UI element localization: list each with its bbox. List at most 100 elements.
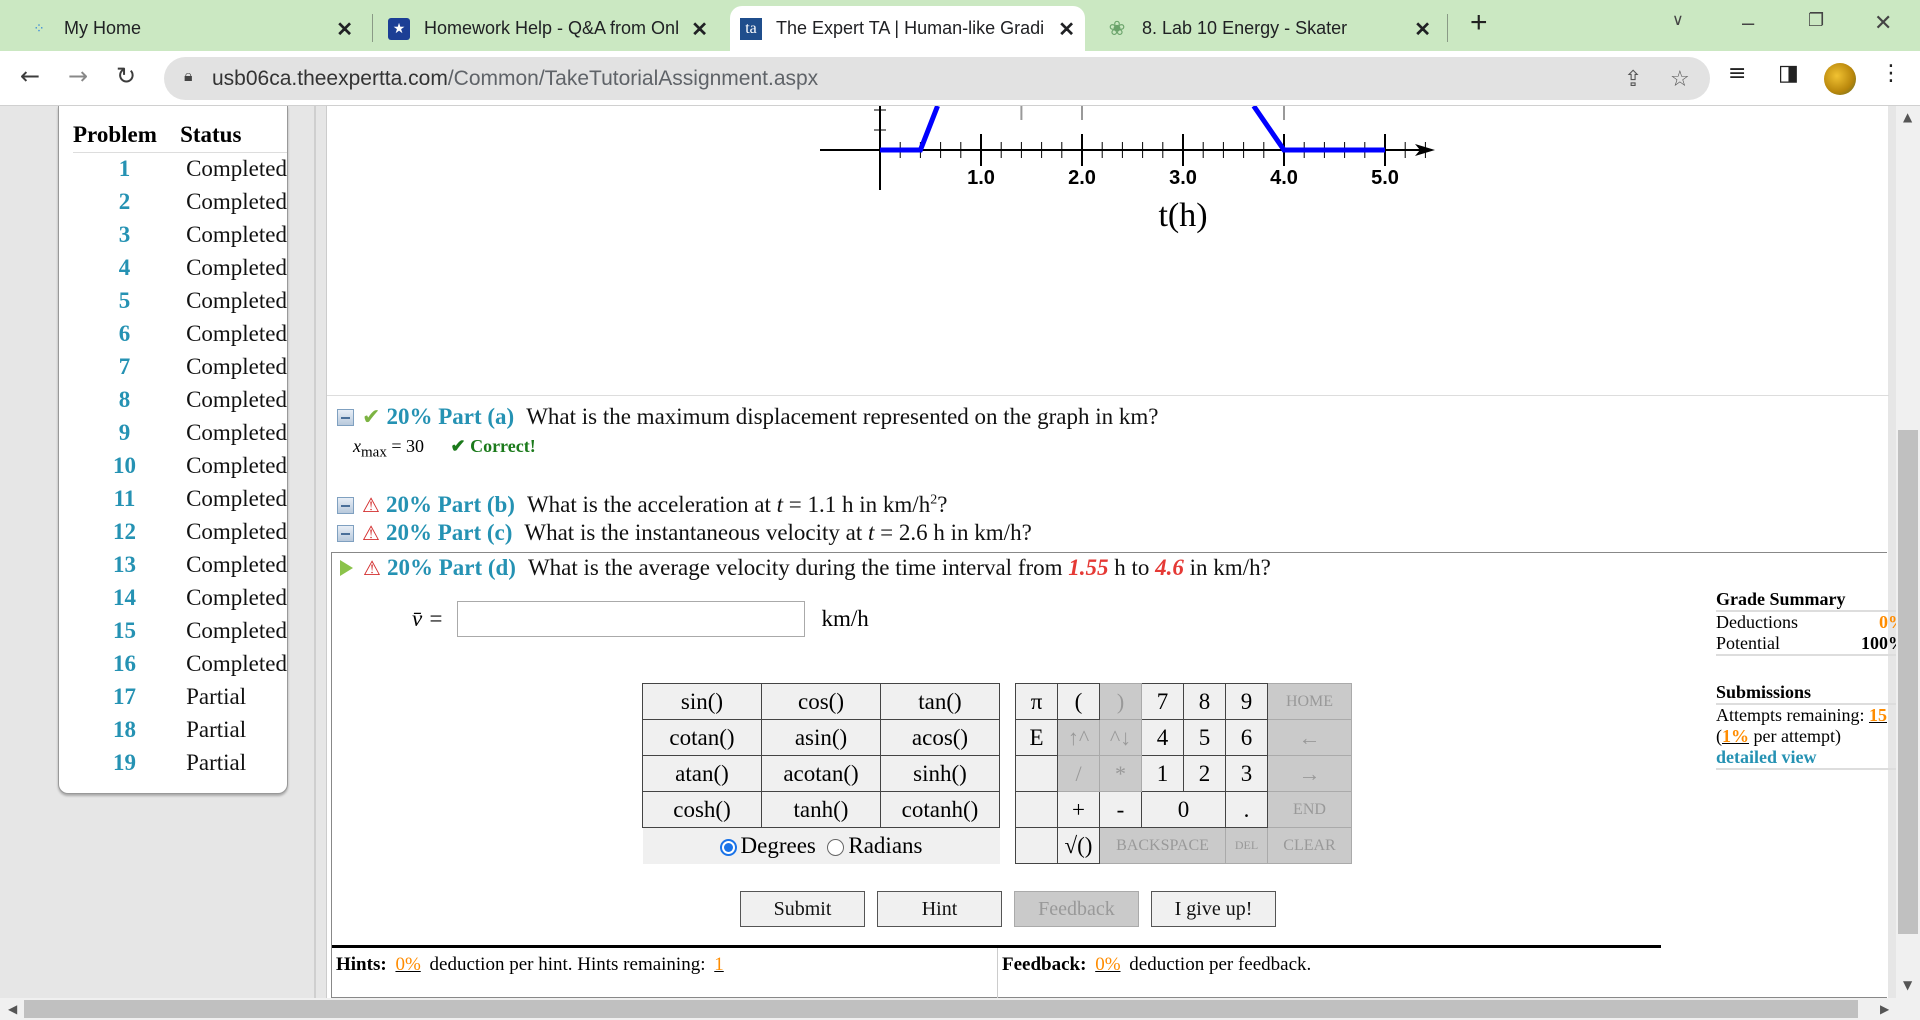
detailed-view-link[interactable]: detailed view bbox=[1716, 747, 1817, 767]
horizontal-scroll-thumb[interactable] bbox=[24, 1000, 1858, 1018]
key-1[interactable]: 1 bbox=[1141, 755, 1184, 792]
problem-row[interactable]: 17 Partial bbox=[73, 681, 287, 714]
key-left-paren[interactable]: ( bbox=[1057, 683, 1100, 720]
key-superscript-up[interactable]: ↑^ bbox=[1057, 719, 1100, 756]
problem-row[interactable]: 2 Completed bbox=[73, 186, 287, 219]
key-e[interactable]: E bbox=[1015, 719, 1058, 756]
tab-expert-ta[interactable]: ta The Expert TA | Human-like Gradi ✕ bbox=[730, 6, 1085, 51]
media-control-icon[interactable]: ≡ bbox=[1728, 61, 1746, 86]
part-a-header[interactable]: ✔ 20% Part (a) What is the maximum displ… bbox=[337, 404, 1159, 430]
scroll-right-icon[interactable]: ▶ bbox=[1880, 1002, 1889, 1016]
key-minus[interactable]: - bbox=[1099, 791, 1142, 828]
back-arrow-icon[interactable]: ← bbox=[20, 62, 40, 90]
key-acos[interactable]: acos() bbox=[880, 719, 1000, 756]
key-sinh[interactable]: sinh() bbox=[880, 755, 1000, 792]
tab-homework-help[interactable]: ★ Homework Help - Q&A from Onl ✕ bbox=[378, 6, 718, 51]
key-cotanh[interactable]: cotanh() bbox=[880, 791, 1000, 828]
problem-row[interactable]: 4 Completed bbox=[73, 252, 287, 285]
problem-row[interactable]: 19 Partial bbox=[73, 747, 287, 780]
problem-number-link[interactable]: 16 bbox=[73, 648, 176, 681]
scroll-left-icon[interactable]: ◀ bbox=[8, 1002, 17, 1016]
reload-icon[interactable]: ↻ bbox=[116, 62, 136, 90]
close-tab-icon[interactable]: ✕ bbox=[1058, 17, 1075, 42]
key-multiply[interactable]: * bbox=[1099, 755, 1142, 792]
key-del[interactable]: DEL bbox=[1225, 827, 1268, 864]
hint-button[interactable]: Hint bbox=[877, 891, 1002, 927]
submit-button[interactable]: Submit bbox=[740, 891, 865, 927]
key-cos[interactable]: cos() bbox=[761, 683, 881, 720]
share-icon[interactable]: ⇪ bbox=[1624, 67, 1642, 92]
problem-number-link[interactable]: 3 bbox=[73, 219, 176, 252]
collapse-toggle-icon[interactable] bbox=[337, 496, 354, 514]
key-cosh[interactable]: cosh() bbox=[642, 791, 762, 828]
window-close-icon[interactable]: ✕ bbox=[1874, 10, 1892, 36]
key-2[interactable]: 2 bbox=[1183, 755, 1226, 792]
feedback-button[interactable]: Feedback bbox=[1014, 891, 1139, 927]
collapse-toggle-icon[interactable] bbox=[337, 408, 354, 426]
key-0[interactable]: 0 bbox=[1141, 791, 1226, 828]
key-tan[interactable]: tan() bbox=[880, 683, 1000, 720]
give-up-button[interactable]: I give up! bbox=[1151, 891, 1276, 927]
restore-icon[interactable]: ❐ bbox=[1808, 10, 1824, 31]
degrees-radio[interactable] bbox=[719, 838, 737, 856]
bookmark-star-icon[interactable]: ☆ bbox=[1670, 67, 1690, 92]
answer-input[interactable] bbox=[457, 601, 806, 637]
menu-kebab-icon[interactable]: ⋮ bbox=[1880, 61, 1902, 86]
problem-number-link[interactable]: 2 bbox=[73, 186, 176, 219]
problem-number-link[interactable]: 13 bbox=[73, 549, 176, 582]
key-tanh[interactable]: tanh() bbox=[761, 791, 881, 828]
key-acotan[interactable]: acotan() bbox=[761, 755, 881, 792]
tab-lab-energy-skater[interactable]: ❀ 8. Lab 10 Energy - Skater ✕ bbox=[1096, 6, 1441, 51]
part-b-header[interactable]: ⚠ 20% Part (b) What is the acceleration … bbox=[337, 492, 947, 518]
key-8[interactable]: 8 bbox=[1183, 683, 1226, 720]
key-right-paren[interactable]: ) bbox=[1099, 683, 1142, 720]
key-superscript-down[interactable]: ^↓ bbox=[1099, 719, 1142, 756]
side-panel-icon[interactable]: ◨ bbox=[1778, 61, 1799, 86]
key-9[interactable]: 9 bbox=[1225, 683, 1268, 720]
key-cursor-left[interactable]: ← bbox=[1267, 719, 1352, 756]
problem-number-link[interactable]: 1 bbox=[73, 153, 176, 186]
profile-avatar[interactable] bbox=[1824, 63, 1856, 95]
close-tab-icon[interactable]: ✕ bbox=[1414, 17, 1431, 42]
problem-number-link[interactable]: 17 bbox=[73, 681, 176, 714]
problem-number-link[interactable]: 9 bbox=[73, 417, 176, 450]
vertical-scrollbar[interactable]: ▲ ▼ bbox=[1896, 106, 1920, 998]
problem-number-link[interactable]: 12 bbox=[73, 516, 176, 549]
close-tab-icon[interactable]: ✕ bbox=[336, 17, 353, 42]
key-sin[interactable]: sin() bbox=[642, 683, 762, 720]
problem-row[interactable]: 15 Completed bbox=[73, 615, 287, 648]
problem-number-link[interactable]: 18 bbox=[73, 714, 176, 747]
key-4[interactable]: 4 bbox=[1141, 719, 1184, 756]
problem-number-link[interactable]: 8 bbox=[73, 384, 176, 417]
key-cursor-right[interactable]: → bbox=[1267, 755, 1352, 792]
problem-number-link[interactable]: 7 bbox=[73, 351, 176, 384]
key-sqrt[interactable]: √() bbox=[1057, 827, 1100, 864]
key-cotan[interactable]: cotan() bbox=[642, 719, 762, 756]
key-plus[interactable]: + bbox=[1057, 791, 1100, 828]
problem-row[interactable]: 10 Completed bbox=[73, 450, 287, 483]
key-backspace[interactable]: BACKSPACE bbox=[1099, 827, 1226, 864]
problem-row[interactable]: 13 Completed bbox=[73, 549, 287, 582]
url-text[interactable]: usb06ca.theexpertta.com/Common/TakeTutor… bbox=[212, 67, 818, 91]
collapse-toggle-icon[interactable] bbox=[337, 524, 354, 542]
problem-row[interactable]: 11 Completed bbox=[73, 483, 287, 516]
tab-search-chevron-icon[interactable]: ∨ bbox=[1672, 10, 1684, 30]
key-home[interactable]: HOME bbox=[1267, 683, 1352, 720]
problem-number-link[interactable]: 5 bbox=[73, 285, 176, 318]
problem-number-link[interactable]: 19 bbox=[73, 747, 176, 780]
part-c-header[interactable]: ⚠ 20% Part (c) What is the instantaneous… bbox=[337, 520, 1032, 546]
problem-row[interactable]: 1 Completed bbox=[73, 153, 287, 186]
key-5[interactable]: 5 bbox=[1183, 719, 1226, 756]
key-pi[interactable]: π bbox=[1015, 683, 1058, 720]
address-bar[interactable]: 🔒︎ usb06ca.theexpertta.com/Common/TakeTu… bbox=[164, 57, 1710, 100]
problem-number-link[interactable]: 11 bbox=[73, 483, 176, 516]
scroll-up-icon[interactable]: ▲ bbox=[1903, 110, 1912, 124]
problem-row[interactable]: 6 Completed bbox=[73, 318, 287, 351]
tab-my-home[interactable]: ⁘ My Home ✕ bbox=[18, 6, 363, 51]
problem-row[interactable]: 7 Completed bbox=[73, 351, 287, 384]
key-clear[interactable]: CLEAR bbox=[1267, 827, 1352, 864]
key-atan[interactable]: atan() bbox=[642, 755, 762, 792]
key-6[interactable]: 6 bbox=[1225, 719, 1268, 756]
expand-arrow-icon[interactable] bbox=[340, 560, 353, 576]
problem-row[interactable]: 12 Completed bbox=[73, 516, 287, 549]
